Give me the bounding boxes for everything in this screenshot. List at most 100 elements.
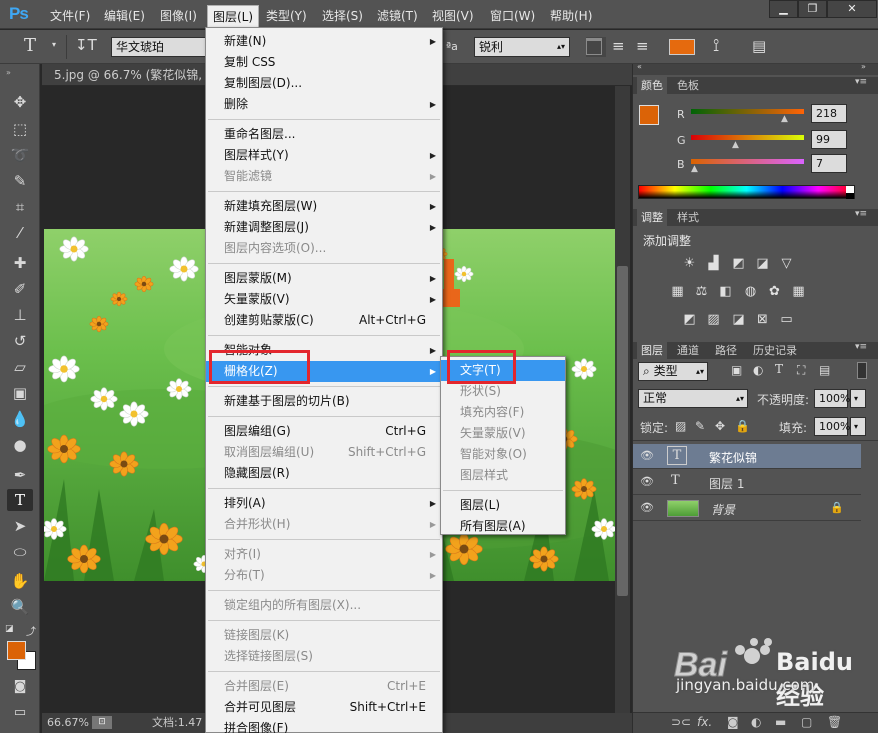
lasso-tool-icon[interactable]: ➰ bbox=[7, 144, 33, 166]
photo-filter-icon[interactable]: ◍ bbox=[742, 284, 759, 299]
menu-help[interactable]: 帮助(H) bbox=[550, 7, 592, 24]
menu-item[interactable]: 新建(N) ▶ bbox=[206, 31, 442, 52]
lock-transparent-icon[interactable]: ▨ bbox=[675, 419, 686, 433]
foreground-color-swatch[interactable] bbox=[7, 641, 26, 660]
menu-item[interactable]: 矢量蒙版(V) ▶ bbox=[206, 289, 442, 310]
filter-type-icon[interactable]: T bbox=[775, 362, 783, 376]
posterize-icon[interactable]: ▨ bbox=[705, 312, 722, 327]
levels-icon[interactable]: ▟ bbox=[705, 256, 722, 271]
layer-row[interactable]: 👁 背景 🔒 bbox=[633, 496, 861, 521]
zoom-tool-icon[interactable]: 🔍 bbox=[7, 596, 33, 618]
blur-tool-icon[interactable]: 💧 bbox=[7, 408, 33, 430]
gradient-tool-icon[interactable]: ▣ bbox=[7, 382, 33, 404]
menu-item[interactable]: 所有图层(A) bbox=[441, 516, 565, 537]
scroll-thumb[interactable] bbox=[617, 266, 628, 596]
tab-paths[interactable]: 路径 bbox=[711, 342, 741, 359]
menu-item[interactable]: 新建调整图层(J) ▶ bbox=[206, 217, 442, 238]
menu-edit[interactable]: 编辑(E) bbox=[104, 7, 145, 24]
gradient-map-icon[interactable]: ▭ bbox=[778, 312, 795, 327]
invert-icon[interactable]: ◩ bbox=[681, 312, 698, 327]
blend-mode-select[interactable]: 正常 ▴▾ bbox=[638, 389, 748, 408]
filter-shape-icon[interactable]: ⛶ bbox=[797, 363, 805, 378]
move-tool-icon[interactable]: ✥ bbox=[7, 91, 33, 113]
chevron-down-icon[interactable]: ▾ bbox=[52, 40, 56, 49]
vertical-scrollbar[interactable] bbox=[615, 86, 630, 713]
eye-icon[interactable]: 👁 bbox=[640, 449, 654, 462]
exposure-icon[interactable]: ◪ bbox=[754, 256, 771, 271]
menu-item[interactable]: 创建剪贴蒙版(C) Alt+Ctrl+G bbox=[206, 310, 442, 331]
collapse-icon[interactable]: » bbox=[6, 68, 11, 77]
collapse-icon[interactable]: » bbox=[861, 62, 866, 71]
menu-item[interactable]: 图层编组(G) Ctrl+G bbox=[206, 421, 442, 442]
vibrance-icon[interactable]: ▽ bbox=[778, 256, 795, 271]
align-center-icon[interactable]: ≡ bbox=[612, 37, 625, 55]
color-balance-icon[interactable]: ⚖ bbox=[693, 284, 710, 299]
brush-tool-icon[interactable]: ✐ bbox=[7, 278, 33, 300]
threshold-icon[interactable]: ◪ bbox=[730, 312, 747, 327]
g-slider[interactable] bbox=[691, 135, 804, 140]
filter-adjust-icon[interactable]: ◐ bbox=[753, 363, 763, 377]
screen-mode-icon[interactable]: ▭ bbox=[7, 702, 33, 724]
curves-icon[interactable]: ◩ bbox=[730, 256, 747, 271]
path-select-icon[interactable]: ➤ bbox=[7, 515, 33, 537]
menu-item[interactable]: 拼合图像(F) bbox=[206, 718, 442, 733]
filter-toggle[interactable] bbox=[857, 362, 867, 379]
black-white-icon[interactable]: ◧ bbox=[717, 284, 734, 299]
healing-brush-icon[interactable]: ✚ bbox=[7, 252, 33, 274]
mask-icon[interactable]: ◙ bbox=[727, 715, 739, 729]
marquee-tool-icon[interactable]: ⬚ bbox=[7, 118, 33, 140]
tab-history[interactable]: 历史记录 bbox=[749, 342, 801, 359]
menu-window[interactable]: 窗口(W) bbox=[490, 7, 535, 24]
tab-channels[interactable]: 通道 bbox=[673, 342, 703, 359]
layer-filter-select[interactable]: ⌕ 类型 ▴▾ bbox=[638, 362, 708, 381]
lock-all-icon[interactable]: 🔒 bbox=[735, 419, 750, 433]
font-family-select[interactable]: 华文琥珀 bbox=[111, 37, 209, 57]
lock-pixels-icon[interactable]: ✎ bbox=[695, 419, 705, 433]
tab-adjustments[interactable]: 调整 bbox=[637, 209, 667, 226]
menu-item[interactable]: 图层(L) bbox=[441, 495, 565, 516]
layer-row[interactable]: 👁 T 图层 1 bbox=[633, 470, 861, 495]
chevron-down-icon[interactable]: ▾ bbox=[850, 389, 866, 408]
adjustment-layer-icon[interactable]: ◐ bbox=[751, 715, 761, 729]
menu-item[interactable]: 删除 ▶ bbox=[206, 94, 442, 115]
b-slider[interactable] bbox=[691, 159, 804, 164]
panel-menu-icon[interactable]: ▾≡ bbox=[855, 77, 867, 87]
slider-handle-icon[interactable]: ▲ bbox=[732, 140, 739, 150]
menu-view[interactable]: 视图(V) bbox=[432, 7, 474, 24]
layer-name[interactable]: 背景 bbox=[711, 501, 735, 518]
quick-select-icon[interactable]: ✎ bbox=[7, 170, 33, 192]
menu-filter[interactable]: 滤镜(T) bbox=[377, 7, 418, 24]
menu-image[interactable]: 图像(I) bbox=[160, 7, 197, 24]
trash-icon[interactable]: 🗑 bbox=[827, 715, 842, 729]
eraser-tool-icon[interactable]: ▱ bbox=[7, 356, 33, 378]
swap-colors-icon[interactable]: ⤴ bbox=[26, 623, 36, 638]
clone-stamp-icon[interactable]: ⊥ bbox=[7, 304, 33, 326]
menu-item[interactable]: 图层样式(Y) ▶ bbox=[206, 145, 442, 166]
hand-tool-icon[interactable]: ✋ bbox=[7, 570, 33, 592]
chevron-down-icon[interactable]: ▾ bbox=[850, 417, 866, 436]
eye-icon[interactable]: 👁 bbox=[640, 501, 654, 514]
dodge-tool-icon[interactable]: ● bbox=[7, 434, 33, 456]
b-value-input[interactable]: 7 bbox=[811, 154, 847, 173]
eyedropper-icon[interactable]: ⁄ bbox=[7, 222, 33, 244]
foreground-color-swatch[interactable] bbox=[639, 105, 659, 125]
restore-icon[interactable]: ❐ bbox=[798, 0, 827, 18]
menu-layer[interactable]: 图层(L) bbox=[207, 5, 260, 28]
tab-swatches[interactable]: 色板 bbox=[673, 77, 703, 94]
selective-color-icon[interactable]: ⊠ bbox=[754, 312, 771, 327]
menu-item[interactable]: 复制图层(D)... bbox=[206, 73, 442, 94]
close-icon[interactable]: ✕ bbox=[827, 0, 877, 18]
r-value-input[interactable]: 218 bbox=[811, 104, 847, 123]
g-value-input[interactable]: 99 bbox=[811, 130, 847, 149]
filter-pixel-icon[interactable]: ▣ bbox=[731, 363, 742, 377]
tab-styles[interactable]: 样式 bbox=[673, 209, 703, 226]
slider-handle-icon[interactable]: ▲ bbox=[781, 114, 788, 124]
link-icon[interactable]: ⊃⊂ bbox=[671, 715, 691, 729]
menu-item[interactable]: 合并可见图层 Shift+Ctrl+E bbox=[206, 697, 442, 718]
slider-handle-icon[interactable]: ▲ bbox=[691, 164, 698, 174]
filter-smart-icon[interactable]: ▤ bbox=[819, 363, 830, 377]
menu-type[interactable]: 类型(Y) bbox=[266, 7, 307, 24]
eye-icon[interactable]: 👁 bbox=[640, 475, 654, 488]
menu-item[interactable]: 新建基于图层的切片(B) bbox=[206, 391, 442, 412]
toggle-orientation-icon[interactable]: ↧T bbox=[75, 36, 97, 54]
